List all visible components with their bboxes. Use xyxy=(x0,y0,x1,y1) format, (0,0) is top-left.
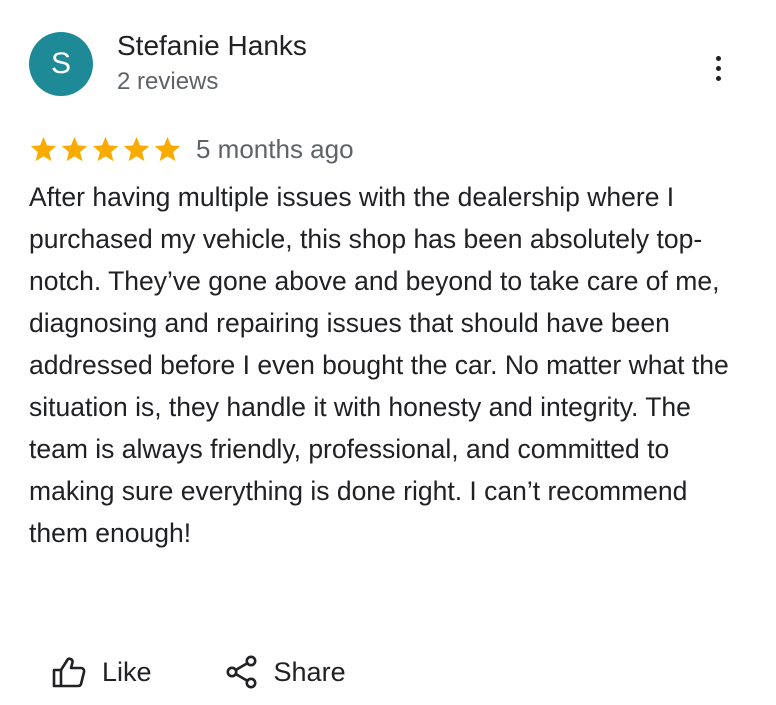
like-label: Like xyxy=(102,657,152,687)
star-icon xyxy=(30,136,57,161)
review-actions: Like Share xyxy=(52,650,346,694)
like-button[interactable]: Like xyxy=(52,650,152,694)
review-card: S Stefanie Hanks 2 reviews 5 months ago … xyxy=(0,0,776,705)
star-icon xyxy=(154,136,181,161)
more-vert-icon xyxy=(715,55,721,61)
avatar[interactable]: S xyxy=(29,32,93,96)
more-vert-icon-dot xyxy=(715,65,721,71)
reviewer-name[interactable]: Stefanie Hanks xyxy=(117,27,307,65)
share-label: Share xyxy=(273,657,346,687)
star-icon xyxy=(92,136,119,161)
more-vert-icon-dot xyxy=(715,75,721,81)
star-icon xyxy=(123,136,150,161)
star-icon xyxy=(61,136,88,161)
more-options-button[interactable] xyxy=(700,50,736,86)
star-rating xyxy=(29,135,184,164)
review-count[interactable]: 2 reviews xyxy=(117,64,218,100)
thumb-up-icon xyxy=(52,657,86,688)
share-button[interactable]: Share xyxy=(226,650,346,694)
review-text: After having multiple issues with the de… xyxy=(29,182,729,548)
share-icon xyxy=(226,655,257,689)
rating-row: 5 months ago xyxy=(29,130,354,168)
review-date: 5 months ago xyxy=(196,134,354,164)
